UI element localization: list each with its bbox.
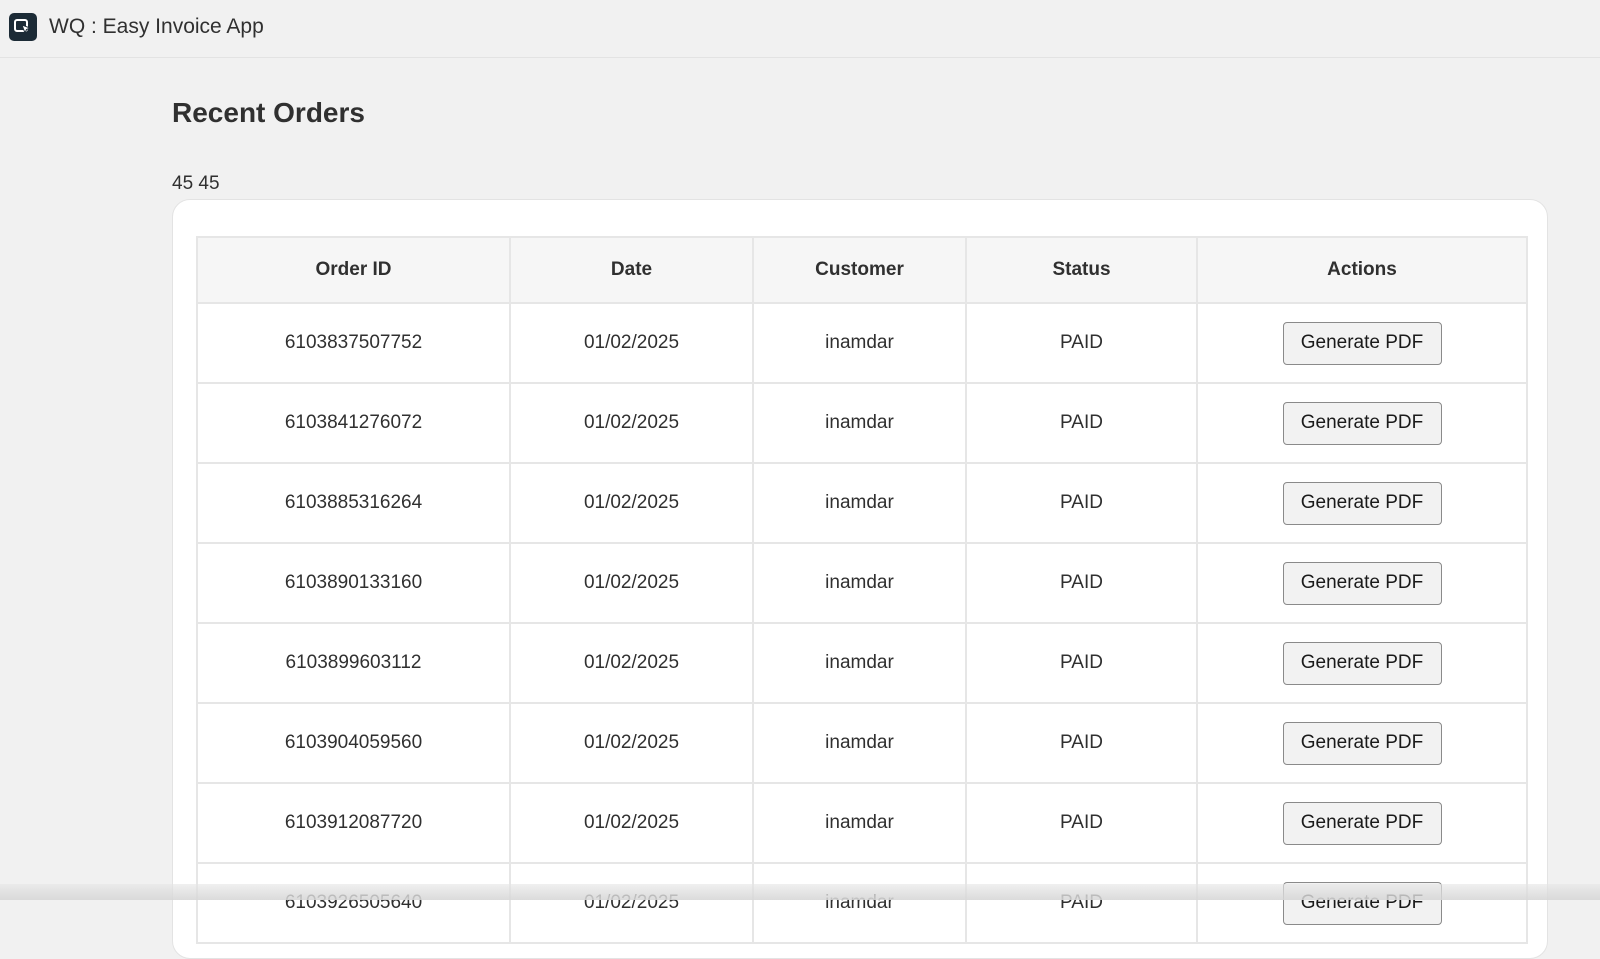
table-row: 6103885316264 01/02/2025 inamdar PAID Ge… <box>196 462 1528 544</box>
date-cell: 01/02/2025 <box>509 462 754 544</box>
date-cell: 01/02/2025 <box>509 862 754 944</box>
table-row: 6103841276072 01/02/2025 inamdar PAID Ge… <box>196 382 1528 464</box>
status-cell: PAID <box>965 542 1198 624</box>
generate-pdf-button[interactable]: Generate PDF <box>1282 321 1442 365</box>
page-title: Recent Orders <box>172 97 365 128</box>
column-header-status: Status <box>965 236 1198 304</box>
order-id-cell: 6103890133160 <box>196 542 511 624</box>
actions-cell: Generate PDF <box>1196 622 1528 704</box>
generate-pdf-button[interactable]: Generate PDF <box>1282 561 1442 605</box>
orders-table: Order ID Date Customer Status Actions 61… <box>196 236 1528 944</box>
column-header-date: Date <box>509 236 754 304</box>
customer-cell: inamdar <box>752 622 967 704</box>
actions-cell: Generate PDF <box>1196 542 1528 624</box>
customer-cell: inamdar <box>752 782 967 864</box>
status-cell: PAID <box>965 862 1198 944</box>
date-cell: 01/02/2025 <box>509 622 754 704</box>
order-id-cell: 6103926505640 <box>196 862 511 944</box>
date-cell: 01/02/2025 <box>509 382 754 464</box>
date-cell: 01/02/2025 <box>509 302 754 384</box>
app-title-bar: WQ : Easy Invoice App <box>0 0 1600 58</box>
date-cell: 01/02/2025 <box>509 782 754 864</box>
status-cell: PAID <box>965 622 1198 704</box>
status-cell: PAID <box>965 302 1198 384</box>
table-row: 6103899603112 01/02/2025 inamdar PAID Ge… <box>196 622 1528 704</box>
order-id-cell: 6103885316264 <box>196 462 511 544</box>
actions-cell: Generate PDF <box>1196 782 1528 864</box>
generate-pdf-button[interactable]: Generate PDF <box>1282 481 1442 525</box>
generate-pdf-button[interactable]: Generate PDF <box>1282 641 1442 685</box>
order-id-cell: 6103912087720 <box>196 782 511 864</box>
status-cell: PAID <box>965 382 1198 464</box>
order-id-cell: 6103904059560 <box>196 702 511 784</box>
customer-cell: inamdar <box>752 862 967 944</box>
actions-cell: Generate PDF <box>1196 382 1528 464</box>
customer-cell: inamdar <box>752 542 967 624</box>
actions-cell: Generate PDF <box>1196 702 1528 784</box>
table-row: 6103837507752 01/02/2025 inamdar PAID Ge… <box>196 302 1528 384</box>
customer-cell: inamdar <box>752 462 967 544</box>
column-header-actions: Actions <box>1196 236 1528 304</box>
actions-cell: Generate PDF <box>1196 302 1528 384</box>
table-row: 6103926505640 01/02/2025 inamdar PAID Ge… <box>196 862 1528 944</box>
column-header-customer: Customer <box>752 236 967 304</box>
actions-cell: Generate PDF <box>1196 462 1528 544</box>
order-id-cell: 6103841276072 <box>196 382 511 464</box>
date-cell: 01/02/2025 <box>509 542 754 624</box>
date-cell: 01/02/2025 <box>509 702 754 784</box>
app-title: WQ : Easy Invoice App <box>49 15 264 38</box>
actions-cell: Generate PDF <box>1196 862 1528 944</box>
app-cursor-icon <box>9 13 37 41</box>
order-count-text: 45 45 <box>172 173 220 194</box>
generate-pdf-button[interactable]: Generate PDF <box>1282 801 1442 845</box>
status-cell: PAID <box>965 782 1198 864</box>
table-row: 6103890133160 01/02/2025 inamdar PAID Ge… <box>196 542 1528 624</box>
column-header-order-id: Order ID <box>196 236 511 304</box>
orders-card: Order ID Date Customer Status Actions 61… <box>172 199 1548 959</box>
customer-cell: inamdar <box>752 382 967 464</box>
generate-pdf-button[interactable]: Generate PDF <box>1282 401 1442 445</box>
customer-cell: inamdar <box>752 702 967 784</box>
table-row: 6103912087720 01/02/2025 inamdar PAID Ge… <box>196 782 1528 864</box>
order-id-cell: 6103899603112 <box>196 622 511 704</box>
status-cell: PAID <box>965 462 1198 544</box>
generate-pdf-button[interactable]: Generate PDF <box>1282 721 1442 765</box>
order-id-cell: 6103837507752 <box>196 302 511 384</box>
status-cell: PAID <box>965 702 1198 784</box>
generate-pdf-button[interactable]: Generate PDF <box>1282 881 1442 925</box>
customer-cell: inamdar <box>752 302 967 384</box>
table-row: 6103904059560 01/02/2025 inamdar PAID Ge… <box>196 702 1528 784</box>
table-header-row: Order ID Date Customer Status Actions <box>196 236 1528 304</box>
